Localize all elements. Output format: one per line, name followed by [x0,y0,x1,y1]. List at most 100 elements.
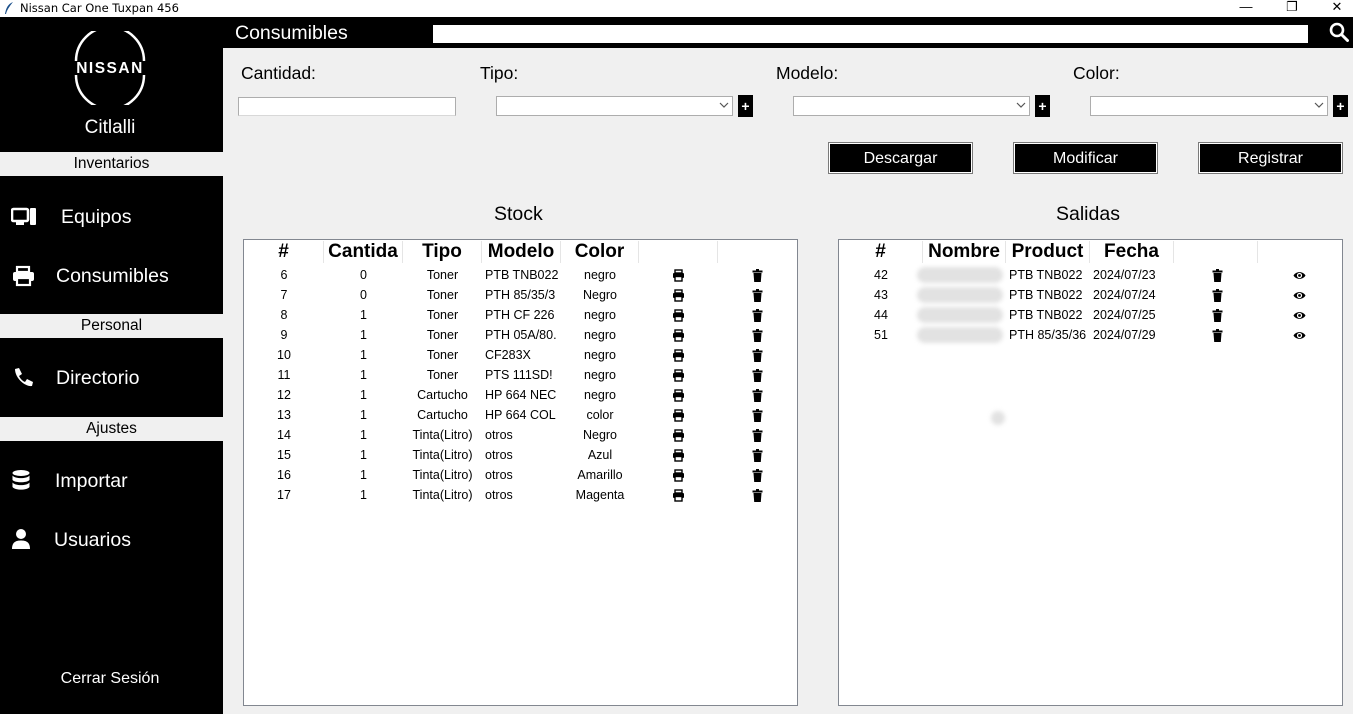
search-input[interactable] [433,25,1308,43]
table-cell: 44 [874,308,888,322]
printer-icon[interactable] [672,389,685,402]
add-tipo-button[interactable]: + [738,95,753,117]
table-row[interactable]: 17 1 Tinta(Litro) otros Magenta [244,485,797,505]
table-row[interactable]: 10 1 Toner CF283X negro [244,345,797,365]
column-header[interactable]: Fecha [1090,241,1174,263]
trash-icon[interactable] [751,429,764,442]
trash-icon[interactable] [751,389,764,402]
column-header[interactable] [639,241,718,263]
eye-icon[interactable] [1293,269,1306,282]
printer-icon[interactable] [672,349,685,362]
table-row[interactable]: 42 PTB TNB022 2024/07/23 [839,265,1342,285]
printer-icon[interactable] [672,369,685,382]
table-cell: PTH 05A/80. [485,328,557,342]
printer-icon[interactable] [672,409,685,422]
table-cell: HP 664 COL [485,408,556,422]
sidebar-item-label: Consumibles [56,265,169,287]
table-row[interactable]: 8 1 Toner PTH CF 226 negro [244,305,797,325]
printer-icon[interactable] [672,309,685,322]
sidebar-item-usuarios[interactable]: Usuarios [0,515,223,565]
trash-icon[interactable] [1211,309,1224,322]
trash-icon[interactable] [751,409,764,422]
table-cell: 11 [277,368,291,382]
trash-icon[interactable] [1211,329,1224,342]
table-cell: 1 [360,388,367,402]
column-header[interactable]: Color [561,241,639,263]
search-icon[interactable] [1329,22,1349,42]
table-row[interactable]: 7 0 Toner PTH 85/35/3 Negro [244,285,797,305]
printer-icon[interactable] [672,469,685,482]
descargar-button[interactable]: Descargar [828,142,973,174]
table-row[interactable]: 14 1 Tinta(Litro) otros Negro [244,425,797,445]
column-header[interactable]: # [839,241,923,263]
trash-icon[interactable] [751,329,764,342]
trash-icon[interactable] [751,289,764,302]
maximize-button[interactable]: ❐ [1269,0,1315,17]
column-header[interactable] [718,241,797,263]
table-row[interactable]: 16 1 Tinta(Litro) otros Amarillo [244,465,797,485]
table-cell: 2024/07/25 [1093,308,1156,322]
column-header[interactable]: # [244,241,324,263]
close-window-button[interactable]: ✕ [1314,0,1353,17]
table-row[interactable]: 9 1 Toner PTH 05A/80. negro [244,325,797,345]
trash-icon[interactable] [751,449,764,462]
table-row[interactable]: 6 0 Toner PTB TNB022 negro [244,265,797,285]
printer-icon[interactable] [672,329,685,342]
printer-icon[interactable] [672,489,685,502]
sidebar-item-consumibles[interactable]: Consumibles [0,251,223,301]
column-header[interactable] [1174,241,1258,263]
trash-icon[interactable] [1211,269,1224,282]
page-title: Consumibles [235,22,348,44]
table-cell: Toner [426,268,459,282]
printer-icon[interactable] [672,269,685,282]
trash-icon[interactable] [1211,289,1224,302]
column-header[interactable]: Product [1006,241,1090,263]
registrar-button[interactable]: Registrar [1198,142,1343,174]
printer-icon[interactable] [672,289,685,302]
table-row[interactable]: 51 PTH 85/35/36 2024/07/29 [839,325,1342,345]
trash-icon[interactable] [751,369,764,382]
table-row[interactable]: 43 PTB TNB022 2024/07/24 [839,285,1342,305]
trash-icon[interactable] [751,309,764,322]
logout-button[interactable]: Cerrar Sesión [0,670,220,688]
table-row[interactable]: 11 1 Toner PTS 111SD! negro [244,365,797,385]
printer-icon[interactable] [672,429,685,442]
printer-icon[interactable] [672,449,685,462]
table-row[interactable]: 44 PTB TNB022 2024/07/25 [839,305,1342,325]
table-row[interactable]: 15 1 Tinta(Litro) otros Azul [244,445,797,465]
trash-icon[interactable] [751,469,764,482]
trash-icon[interactable] [751,349,764,362]
trash-icon[interactable] [751,269,764,282]
eye-icon[interactable] [1293,329,1306,342]
redacted-name [917,327,1003,343]
table-row[interactable]: 12 1 Cartucho HP 664 NEC negro [244,385,797,405]
sidebar-item-equipos[interactable]: Equipos [0,192,223,242]
column-header[interactable]: Modelo [482,241,561,263]
table-row[interactable]: 13 1 Cartucho HP 664 COL color [244,405,797,425]
column-header[interactable]: Tipo [403,241,482,263]
column-header[interactable]: Cantida [324,241,403,263]
table-cell: 13 [277,408,291,422]
sidebar-item-directorio[interactable]: Directorio [0,353,223,403]
column-header[interactable] [1258,241,1342,263]
modelo-select[interactable] [793,96,1030,116]
trash-icon[interactable] [751,489,764,502]
eye-icon[interactable] [1293,289,1306,302]
feather-icon [5,2,13,14]
window-titlebar: Nissan Car One Tuxpan 456 — ❐ ✕ [0,0,1353,17]
table-cell: 15 [277,448,291,462]
minimize-button[interactable]: — [1223,0,1269,17]
eye-icon[interactable] [1293,309,1306,322]
table-cell: 1 [360,308,367,322]
table-cell: PTB TNB022 [1009,268,1083,282]
color-select[interactable] [1090,96,1328,116]
table-cell: 17 [277,488,291,502]
sidebar-item-importar[interactable]: Importar [0,456,223,506]
column-header[interactable]: Nombre [923,241,1006,263]
tipo-select[interactable] [496,96,733,116]
table-cell: negro [584,348,616,362]
cantidad-input[interactable] [238,97,456,116]
add-color-button[interactable]: + [1333,95,1348,117]
modificar-button[interactable]: Modificar [1013,142,1158,174]
add-modelo-button[interactable]: + [1035,95,1050,117]
